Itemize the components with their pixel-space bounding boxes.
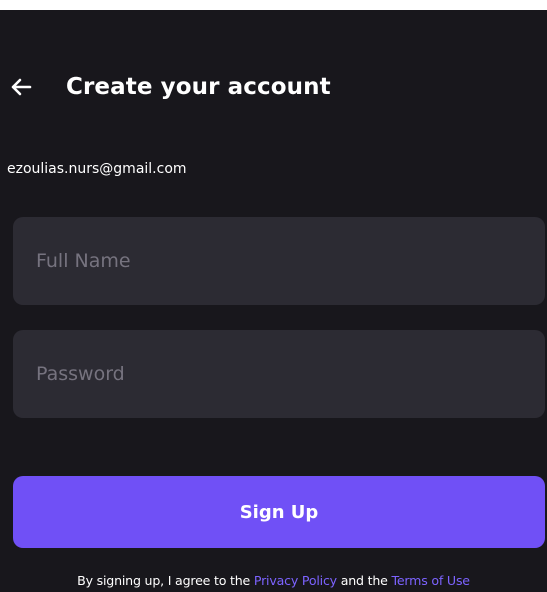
back-button[interactable] bbox=[10, 73, 38, 101]
terms-notice: By signing up, I agree to the Privacy Po… bbox=[0, 573, 547, 588]
header: Create your account bbox=[10, 72, 331, 102]
terms-of-use-link[interactable]: Terms of Use bbox=[392, 573, 471, 588]
privacy-policy-link[interactable]: Privacy Policy bbox=[254, 573, 337, 588]
password-input[interactable] bbox=[36, 363, 545, 385]
full-name-field[interactable] bbox=[13, 217, 545, 305]
page-title: Create your account bbox=[66, 74, 331, 100]
password-field[interactable] bbox=[13, 330, 545, 418]
terms-middle: and the bbox=[336, 573, 392, 588]
full-name-input[interactable] bbox=[36, 250, 545, 272]
arrow-left-icon bbox=[11, 78, 32, 96]
terms-prefix: By signing up, I agree to the bbox=[77, 573, 254, 588]
signup-screen: Create your account ezoulias.nurs@gmail.… bbox=[0, 10, 547, 592]
sign-up-button[interactable]: Sign Up bbox=[13, 476, 545, 548]
account-email: ezoulias.nurs@gmail.com bbox=[7, 161, 187, 177]
